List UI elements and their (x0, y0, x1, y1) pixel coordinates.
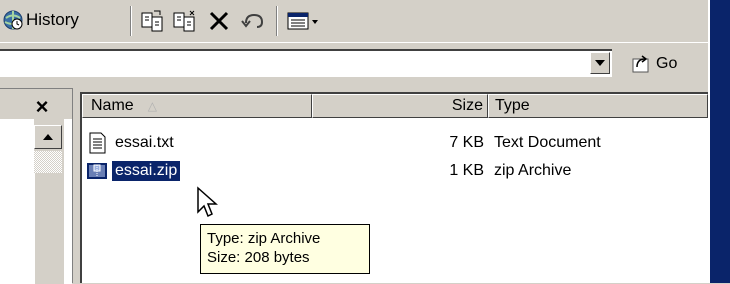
address-dropdown-button[interactable] (590, 52, 610, 74)
tooltip-size-line: Size: 208 bytes (207, 249, 310, 266)
window-right-edge (708, 0, 730, 283)
views-button[interactable] (284, 6, 324, 36)
folder-tree (0, 119, 72, 284)
toolbar-separator (130, 6, 132, 36)
column-header-name[interactable]: Name △ (82, 94, 312, 118)
toolbar-separator (276, 6, 278, 36)
go-label: Go (656, 55, 678, 72)
go-arrow-icon (632, 55, 649, 73)
file-name: essai.txt (115, 134, 174, 151)
column-header-type[interactable]: Type (488, 94, 708, 118)
file-name: essai.zip (112, 161, 181, 181)
history-label: History (26, 10, 79, 29)
scroll-track-dotted[interactable] (34, 151, 62, 173)
scroll-thumb[interactable] (34, 173, 62, 284)
text-file-icon (89, 132, 106, 154)
undo-button[interactable] (238, 6, 268, 36)
views-icon (287, 12, 318, 30)
file-list: Name △ Size Type essai.txt 7 KB Text Doc… (80, 92, 708, 283)
delete-button[interactable] (204, 6, 234, 36)
list-header: Name △ Size Type (82, 94, 708, 118)
history-icon (3, 10, 23, 30)
zip-file-icon (87, 163, 107, 179)
delete-icon (209, 11, 229, 31)
move-to-icon (141, 10, 163, 32)
address-bar: Go (0, 42, 708, 83)
pane-splitter[interactable] (72, 88, 80, 283)
file-type: Text Document (494, 134, 601, 151)
scroll-up-button[interactable] (34, 125, 62, 149)
column-header-size[interactable]: Size (312, 94, 488, 118)
folders-pane: × (0, 88, 72, 284)
sort-ascending-icon: △ (147, 99, 157, 113)
toolbar: History (0, 0, 708, 42)
file-info-tooltip: Type: zip Archive Size: 208 bytes (200, 224, 370, 274)
file-size: 1 KB (449, 162, 484, 179)
file-type: zip Archive (494, 162, 572, 179)
file-row-selected[interactable]: essai.zip 1 KB zip Archive (82, 158, 708, 184)
mouse-cursor-icon (197, 186, 218, 218)
go-button[interactable]: Go (628, 51, 706, 77)
file-size: 7 KB (449, 134, 484, 151)
history-button[interactable]: History (0, 4, 130, 36)
dropdown-arrow-icon (595, 60, 605, 66)
column-header-name-label: Name (91, 97, 134, 114)
file-row[interactable]: essai.txt 7 KB Text Document (82, 130, 708, 156)
copy-to-button[interactable] (170, 6, 200, 36)
copy-to-icon (173, 10, 195, 32)
move-to-button[interactable] (138, 6, 168, 36)
vertical-scrollbar[interactable] (34, 119, 64, 284)
arrow-up-icon (43, 134, 53, 140)
tooltip-type-line: Type: zip Archive (207, 230, 321, 247)
close-pane-button[interactable]: × (30, 94, 54, 119)
address-input[interactable] (0, 49, 612, 77)
undo-icon (241, 13, 264, 28)
